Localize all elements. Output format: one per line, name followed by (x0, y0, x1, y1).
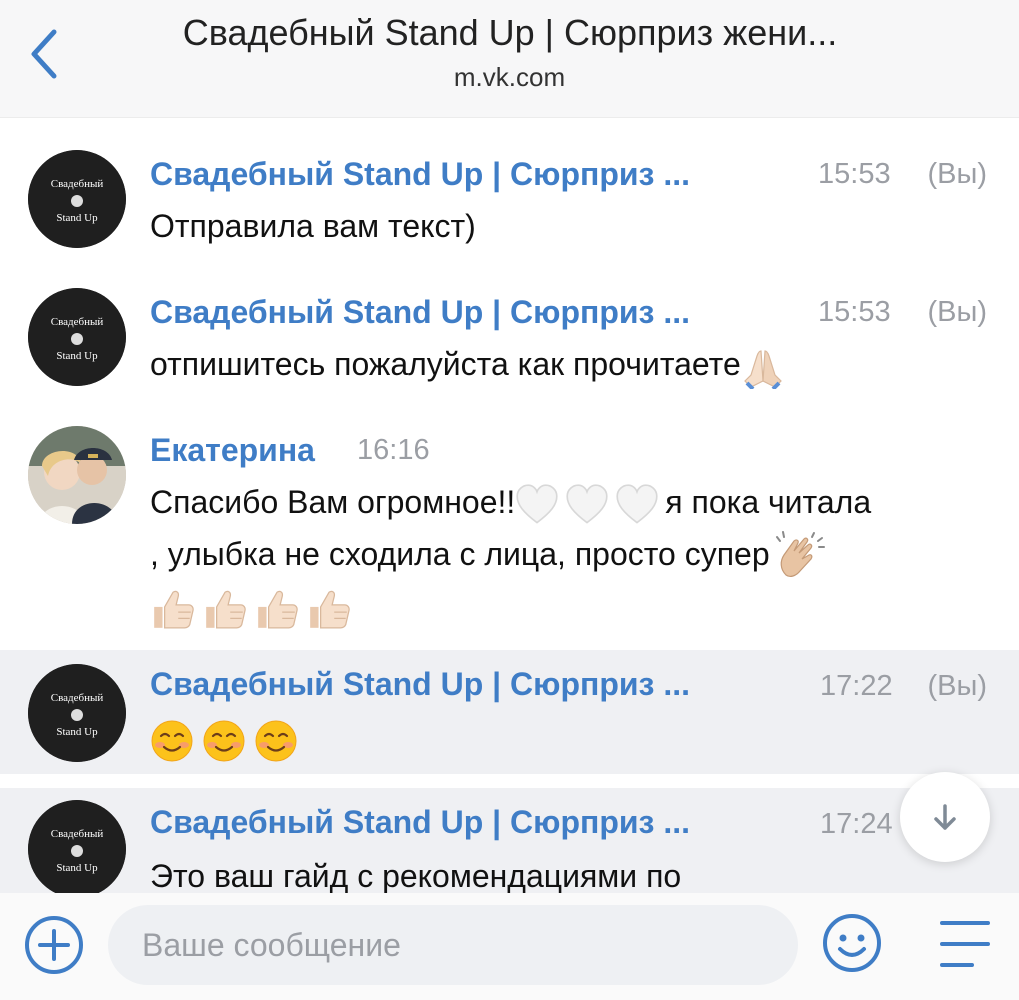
thumbs-up-icon (202, 586, 248, 632)
avatar-text: Stand Up (56, 212, 98, 224)
message-text-row: , улыбка не сходила с лица, просто супер (150, 528, 826, 583)
message-text-row: Спасибо Вам огромное!! я пока читала (150, 476, 871, 528)
avatar-text: Свадебный (51, 692, 104, 704)
plus-circle-icon (25, 916, 83, 974)
message-composer (0, 893, 1019, 1000)
praying-hands-icon (741, 345, 785, 389)
emoji-row (150, 712, 298, 764)
message-time: 16:16 (357, 434, 430, 466)
sender-name[interactable]: Свадебный Stand Up | Сюрприз ... (150, 294, 690, 331)
sender-name[interactable]: Свадебный Stand Up | Сюрприз ... (150, 804, 690, 841)
message-text: отпишитесь пожалуйста как прочитаете (150, 346, 741, 382)
avatar-text: Свадебный (51, 828, 104, 840)
avatar-text: Stand Up (56, 726, 98, 738)
message-text-row: отпишитесь пожалуйста как прочитаете (150, 338, 785, 390)
emoji-button[interactable] (820, 911, 884, 975)
message-input-container (108, 905, 798, 985)
microphone-icon (71, 195, 83, 207)
you-label: (Вы) (927, 670, 987, 702)
microphone-icon (71, 845, 83, 857)
white-heart-icon (565, 483, 609, 527)
smiling-face-icon (254, 719, 298, 763)
message-text: я пока читала (665, 484, 872, 520)
smiling-face-icon (202, 719, 246, 763)
message-input[interactable] (142, 905, 762, 985)
clapping-hands-icon (774, 531, 826, 583)
smiling-face-icon (150, 719, 194, 763)
user-photo-icon (28, 426, 126, 524)
avatar[interactable]: Свадебный Stand Up (28, 150, 126, 248)
menu-icon (940, 921, 990, 967)
attach-button[interactable] (22, 913, 86, 977)
you-label: (Вы) (927, 296, 987, 328)
message-time: 17:24 (820, 808, 893, 840)
sender-name[interactable]: Екатерина (150, 432, 315, 469)
message-item[interactable]: Свадебный Stand Up Свадебный Stand Up | … (0, 276, 1019, 414)
avatar[interactable]: Свадебный Stand Up (28, 800, 126, 893)
emoji-row (150, 580, 352, 632)
scroll-down-button[interactable] (900, 772, 990, 862)
chat-subtitle: m.vk.com (453, 62, 566, 92)
you-label: (Вы) (927, 158, 987, 190)
message-text: Спасибо Вам огромное!! (150, 484, 516, 520)
message-item[interactable]: Свадебный Stand Up Свадебный Stand Up | … (0, 788, 1019, 893)
avatar-text: Свадебный (51, 178, 104, 190)
white-heart-icon (515, 483, 559, 527)
message-time: 17:22 (820, 670, 893, 702)
message-item[interactable]: Екатерина 16:16 Спасибо Вам огромное!! я … (0, 414, 1019, 646)
arrow-down-icon (934, 804, 956, 830)
thumbs-up-icon (254, 586, 300, 632)
top-bar: Свадебный Stand Up | Сюрприз жени... m.v… (0, 0, 1019, 118)
message-text: Отправила вам текст) (150, 208, 476, 244)
message-time: 15:53 (818, 296, 891, 328)
chat-title: Свадебный Stand Up | Сюрприз жени... (182, 12, 838, 53)
message-item[interactable]: Свадебный Stand Up Свадебный Stand Up | … (0, 650, 1019, 774)
avatar-text: Stand Up (56, 350, 98, 362)
sender-name[interactable]: Свадебный Stand Up | Сюрприз ... (150, 666, 690, 703)
microphone-icon (71, 333, 83, 345)
message-text: Это ваш гайд с рекомендациями по (150, 858, 682, 893)
microphone-icon (71, 709, 83, 721)
avatar[interactable]: Свадебный Stand Up (28, 664, 126, 762)
thumbs-up-icon (306, 586, 352, 632)
thumbs-up-icon (150, 586, 196, 632)
message-text: , улыбка не сходила с лица, просто супер (150, 536, 770, 572)
sender-name[interactable]: Свадебный Stand Up | Сюрприз ... (150, 156, 690, 193)
avatar[interactable]: Свадебный Stand Up (28, 288, 126, 386)
avatar[interactable] (28, 426, 126, 524)
menu-button[interactable] (936, 915, 994, 973)
avatar-text: Stand Up (56, 862, 98, 874)
message-item[interactable]: Свадебный Stand Up Свадебный Stand Up | … (0, 138, 1019, 276)
message-time: 15:53 (818, 158, 891, 190)
avatar-text: Свадебный (51, 316, 104, 328)
smiley-icon (823, 914, 881, 972)
white-heart-icon (615, 483, 659, 527)
